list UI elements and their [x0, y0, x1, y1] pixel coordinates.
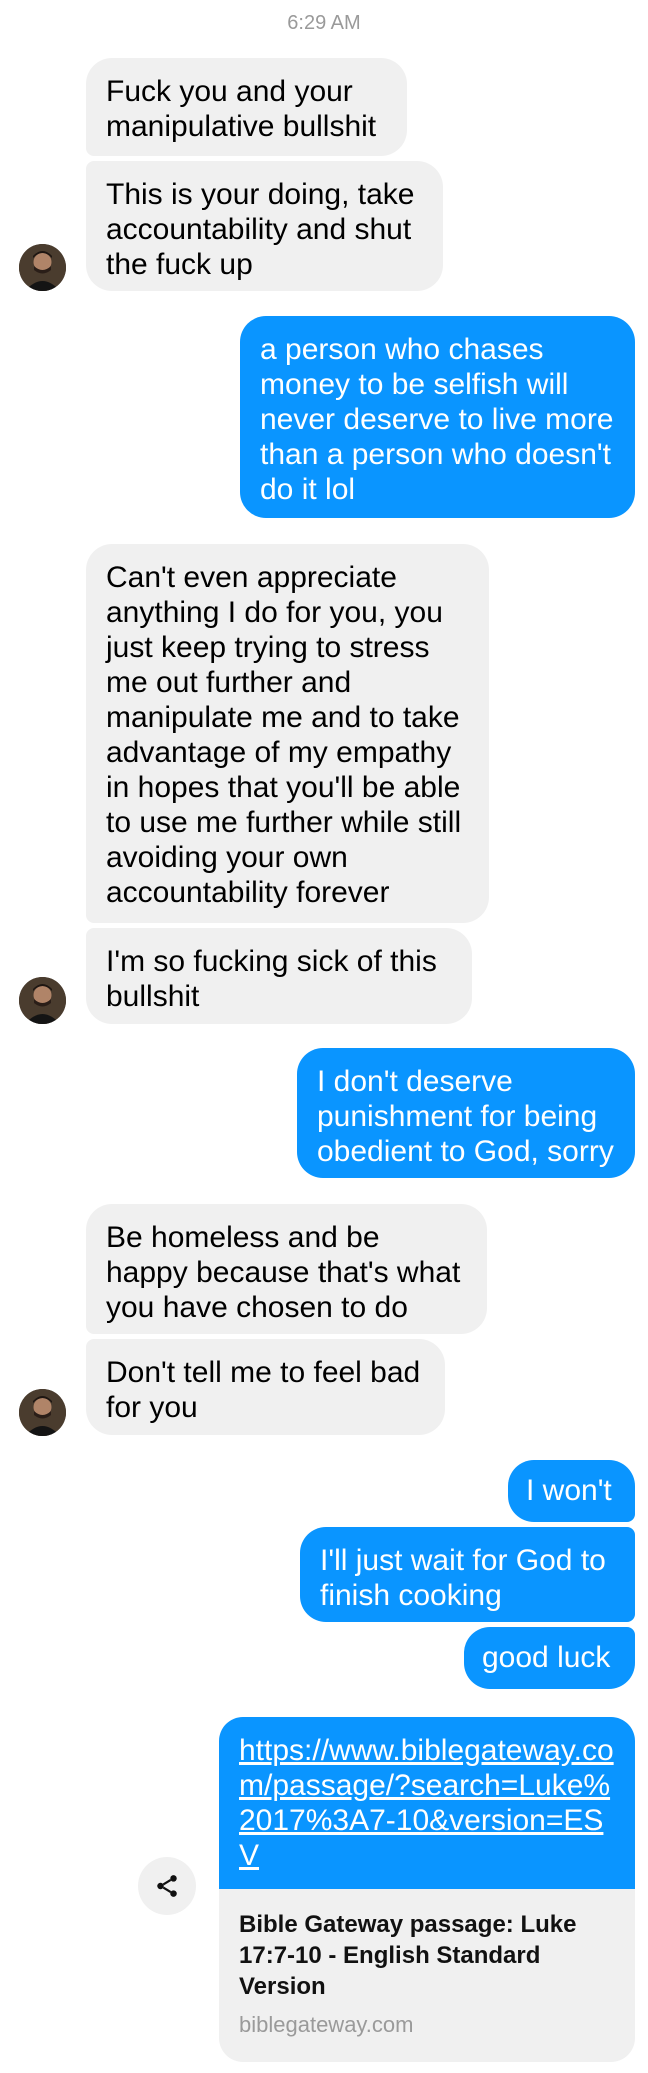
message-text: I don't deserve punishment for being obe… — [317, 1065, 614, 1168]
message-text: I'm so fucking sick of this bullshit — [106, 945, 437, 1013]
message-text: good luck — [482, 1641, 611, 1674]
message-text: Be homeless and be happy because that's … — [106, 1221, 461, 1324]
outgoing-message[interactable]: good luck — [464, 1627, 635, 1689]
message-timestamp: 6:29 AM — [287, 12, 361, 34]
share-icon — [157, 1875, 177, 1897]
link-url[interactable]: https://www.biblegateway.com/passage/?se… — [239, 1734, 614, 1872]
link-info-section[interactable]: Bible Gateway passage: Luke 17:7-10 - En… — [219, 1889, 635, 2038]
message-text: a person who chases money to be selfish … — [260, 333, 614, 506]
link-preview-card[interactable]: https://www.biblegateway.com/passage/?se… — [219, 1717, 635, 2062]
contact-avatar[interactable] — [19, 1389, 66, 1436]
outgoing-message[interactable]: I'll just wait for God to finish cooking — [300, 1527, 635, 1622]
incoming-message[interactable]: This is your doing, take accountability … — [86, 161, 443, 291]
outgoing-message[interactable]: I won't — [508, 1460, 635, 1522]
incoming-message[interactable]: I'm so fucking sick of this bullshit — [86, 928, 472, 1024]
message-text: I won't — [526, 1474, 612, 1507]
avatar-image — [19, 1389, 66, 1436]
outgoing-message[interactable]: I don't deserve punishment for being obe… — [297, 1048, 635, 1178]
link-url-section[interactable]: https://www.biblegateway.com/passage/?se… — [219, 1717, 635, 1889]
incoming-message[interactable]: Be homeless and be happy because that's … — [86, 1204, 487, 1334]
incoming-message[interactable]: Don't tell me to feel bad for you — [86, 1339, 445, 1435]
message-text: I'll just wait for God to finish cooking — [320, 1544, 606, 1612]
avatar-image — [19, 244, 66, 291]
message-text: Fuck you and your manipulative bullshit — [106, 75, 377, 143]
share-button[interactable] — [138, 1857, 196, 1915]
message-text: Don't tell me to feel bad for you — [106, 1356, 421, 1424]
contact-avatar[interactable] — [19, 977, 66, 1024]
avatar-image — [19, 977, 66, 1024]
message-text: This is your doing, take accountability … — [106, 178, 415, 281]
outgoing-message[interactable]: a person who chases money to be selfish … — [240, 316, 635, 518]
message-text: Can't even appreciate anything I do for … — [106, 561, 462, 909]
link-domain: biblegateway.com — [239, 2012, 414, 2037]
incoming-message[interactable]: Fuck you and your manipulative bullshit — [86, 58, 407, 156]
contact-avatar[interactable] — [19, 244, 66, 291]
incoming-message[interactable]: Can't even appreciate anything I do for … — [86, 544, 489, 923]
link-title: Bible Gateway passage: Luke 17:7-10 - En… — [239, 1911, 577, 2000]
